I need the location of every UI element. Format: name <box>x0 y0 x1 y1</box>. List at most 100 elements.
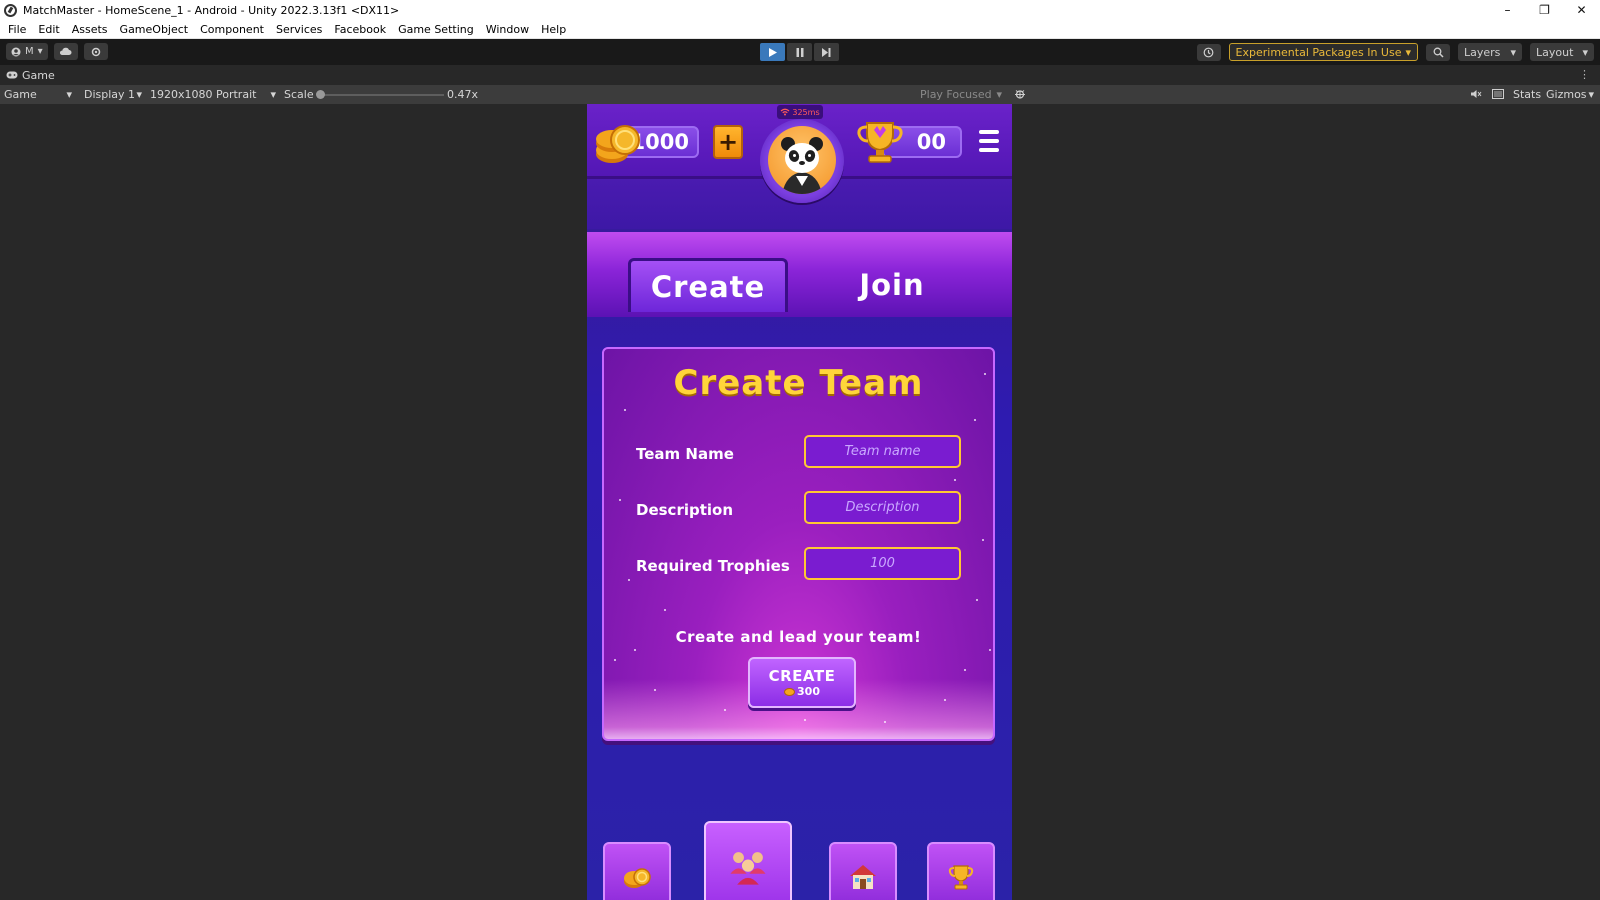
window-title: MatchMaster - HomeScene_1 - Android - Un… <box>23 3 400 17</box>
sparkle-dot <box>989 649 991 651</box>
resolution-label: 1920x1080 Portrait <box>150 88 257 101</box>
cloud-button[interactable] <box>53 43 78 60</box>
chevron-down-icon: ▾ <box>1588 88 1594 101</box>
sparkle-dot <box>954 479 956 481</box>
menu-file[interactable]: File <box>2 23 32 36</box>
display-dropdown[interactable]: Display 1 ▾ <box>80 85 146 104</box>
cloud-icon <box>60 47 72 55</box>
resolution-dropdown[interactable]: 1920x1080 Portrait ▾ <box>146 85 280 104</box>
step-icon <box>822 47 831 57</box>
more-options-icon[interactable]: ⋮ <box>1579 68 1590 81</box>
pause-button[interactable] <box>787 43 812 61</box>
sparkle-dot <box>804 719 806 721</box>
nav-leaderboard-button[interactable] <box>927 842 995 900</box>
gizmos-label: Gizmos <box>1546 88 1587 101</box>
stats-toggle[interactable]: Stats <box>1513 88 1541 101</box>
collab-settings-button[interactable] <box>83 43 108 60</box>
gear-icon <box>91 47 100 56</box>
description-input[interactable] <box>804 491 961 524</box>
scale-slider-track[interactable] <box>320 94 444 96</box>
add-coins-button[interactable]: + <box>713 125 743 159</box>
search-icon <box>1433 47 1444 58</box>
main-toolbar: M ▾ Experimental Packages In Use ▾ Layer… <box>0 39 1600 65</box>
play-button[interactable] <box>760 43 785 61</box>
step-button[interactable] <box>814 43 839 61</box>
sparkle-dot <box>944 699 946 701</box>
pause-icon <box>796 47 803 57</box>
description-label: Description <box>636 501 734 519</box>
chevron-down-icon: ▾ <box>136 88 142 101</box>
menu-help[interactable]: Help <box>535 23 572 36</box>
menu-component[interactable]: Component <box>194 23 270 36</box>
chevron-down-icon: ▾ <box>996 88 1002 101</box>
play-focused-label: Play Focused <box>920 88 992 101</box>
menu-window[interactable]: Window <box>480 23 535 36</box>
gizmos-dropdown[interactable]: Gizmos ▾ <box>1542 85 1598 104</box>
menu-facebook[interactable]: Facebook <box>328 23 392 36</box>
game-tab-label: Game <box>22 68 55 82</box>
search-button[interactable] <box>1426 43 1450 61</box>
experimental-packages-dropdown[interactable]: Experimental Packages In Use ▾ <box>1228 43 1418 61</box>
menu-hamburger-icon[interactable] <box>979 130 999 152</box>
history-button[interactable] <box>1196 43 1221 61</box>
restore-button[interactable]: ❐ <box>1526 0 1563 20</box>
ping-value: 325ms <box>792 107 820 117</box>
mute-audio-icon[interactable] <box>1470 88 1482 103</box>
scale-slider-handle[interactable] <box>316 90 325 99</box>
shortcuts-icon[interactable] <box>1492 88 1504 103</box>
nav-team-button[interactable] <box>704 821 792 900</box>
layers-dropdown[interactable]: Layers ▾ <box>1458 43 1522 61</box>
layers-label: Layers <box>1464 45 1501 59</box>
sparkle-dot <box>624 409 626 411</box>
sparkle-dot <box>884 721 886 723</box>
coins-icon <box>624 868 651 888</box>
chevron-down-icon: ▾ <box>1510 45 1516 59</box>
layout-dropdown[interactable]: Layout ▾ <box>1530 43 1594 61</box>
debug-bug-icon[interactable] <box>1014 88 1026 103</box>
trophy-count: 00 <box>916 130 946 154</box>
tab-join[interactable]: Join <box>812 258 972 312</box>
panel-title: Create Team <box>673 363 924 403</box>
game-screen: 325ms 1000 + 00 Create Join Create Team … <box>587 104 1012 900</box>
sparkle-dot <box>654 689 656 691</box>
team-name-input[interactable] <box>804 435 961 468</box>
required-trophies-input[interactable] <box>804 547 961 580</box>
sparkle-dot <box>974 419 976 421</box>
gamepad-icon <box>6 71 18 79</box>
chevron-down-icon: ▾ <box>1582 45 1588 59</box>
menu-edit[interactable]: Edit <box>32 23 65 36</box>
play-focused-dropdown[interactable]: Play Focused ▾ <box>916 85 1006 104</box>
unity-logo-icon <box>4 3 17 17</box>
window-title-bar: MatchMaster - HomeScene_1 - Android - Un… <box>0 0 1600 20</box>
play-icon <box>768 47 777 57</box>
history-icon <box>1203 47 1214 57</box>
nav-shop-button[interactable] <box>603 842 671 900</box>
account-dropdown[interactable]: M ▾ <box>6 43 48 60</box>
menu-assets[interactable]: Assets <box>66 23 114 36</box>
menu-game-setting[interactable]: Game Setting <box>392 23 480 36</box>
tab-create[interactable]: Create <box>628 258 788 312</box>
menu-services[interactable]: Services <box>270 23 328 36</box>
team-icon <box>730 851 766 885</box>
menu-gameobject[interactable]: GameObject <box>114 23 195 36</box>
minimize-button[interactable]: – <box>1489 0 1526 20</box>
player-avatar[interactable] <box>768 126 836 194</box>
nav-home-button[interactable] <box>829 842 897 900</box>
ping-indicator: 325ms <box>777 105 823 119</box>
close-button[interactable]: ✕ <box>1563 0 1600 20</box>
game-viewport: 325ms 1000 + 00 Create Join Create Team … <box>0 104 1600 900</box>
scale-value: 0.47x <box>447 88 479 101</box>
scale-label: Scale <box>284 88 314 101</box>
create-team-button[interactable]: CREATE 300 <box>748 657 856 708</box>
chevron-down-icon: ▾ <box>270 88 276 101</box>
game-window-tab[interactable]: Game <box>0 69 55 82</box>
sparkle-dot <box>982 539 984 541</box>
coin-icon <box>784 687 796 696</box>
sparkle-dot <box>614 659 616 661</box>
home-icon <box>850 865 876 889</box>
create-cost: 300 <box>784 685 820 698</box>
team-name-label: Team Name <box>636 445 734 463</box>
game-window-tab-row: Game ⋮ <box>0 65 1600 85</box>
game-mode-dropdown[interactable]: Game ▾ <box>0 85 76 104</box>
display-label: Display 1 <box>84 88 136 101</box>
